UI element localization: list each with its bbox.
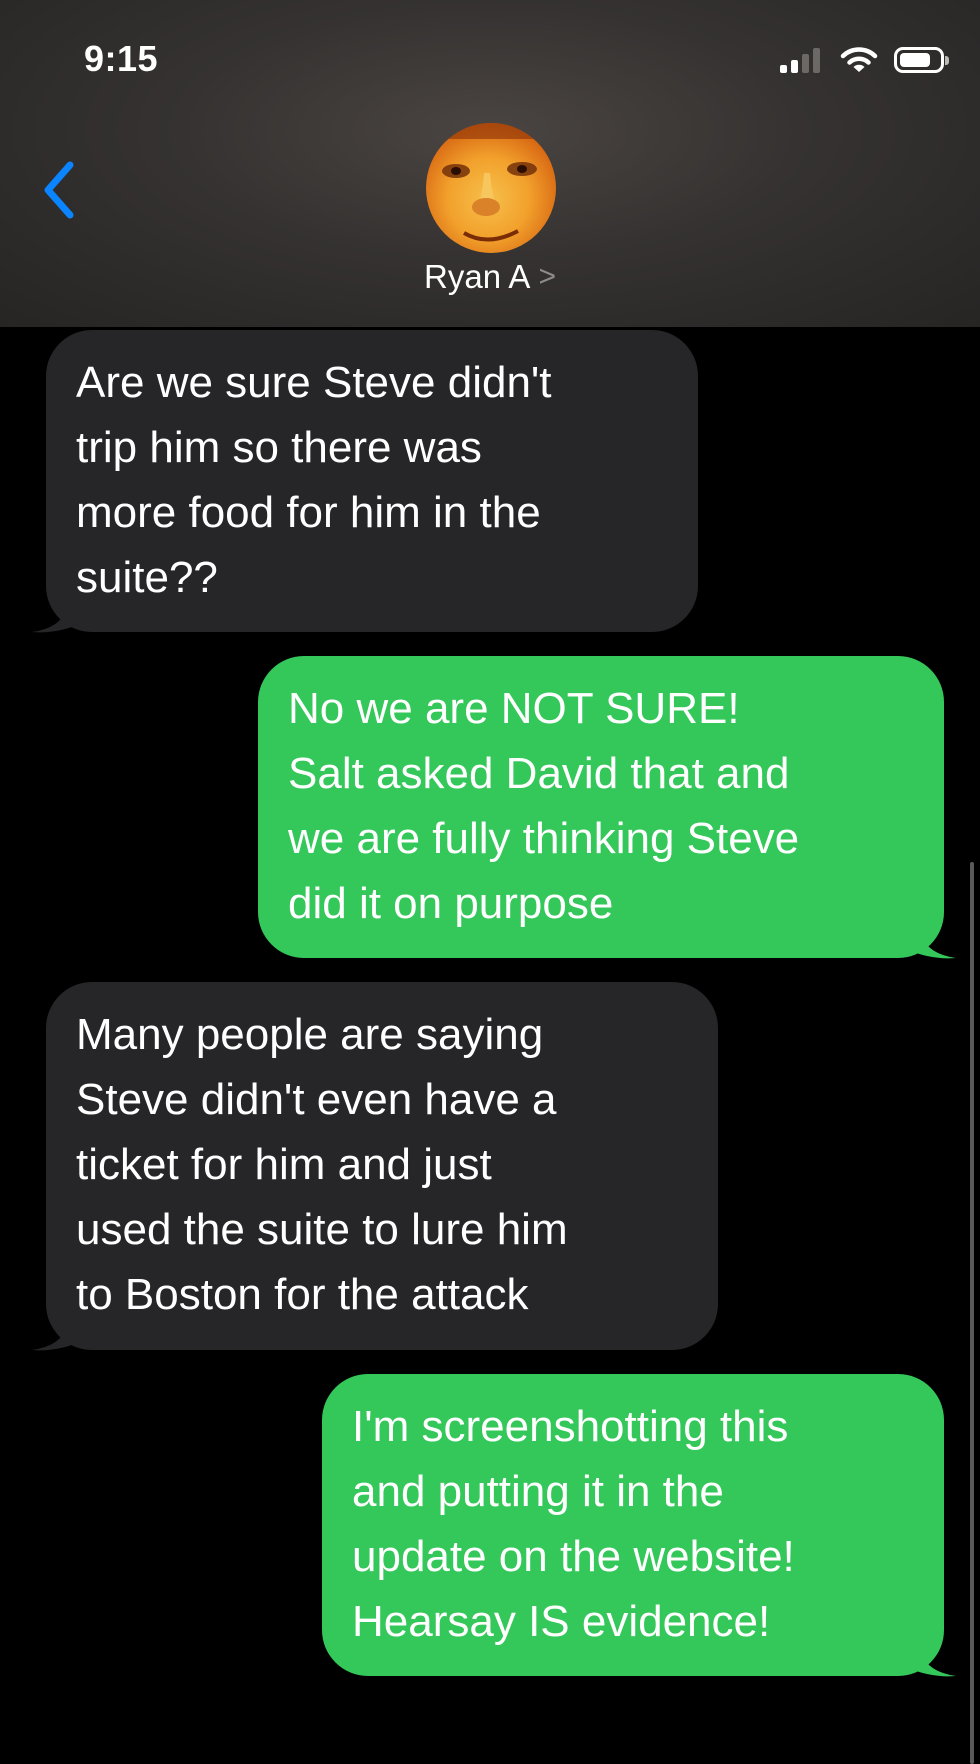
message-bubble-received[interactable]: Many people are saying Steve didn't even… xyxy=(46,982,718,1350)
wifi-icon xyxy=(840,47,878,72)
avatar[interactable] xyxy=(426,123,556,253)
contact-name-button[interactable]: Ryan A > xyxy=(0,258,980,296)
avatar-photo xyxy=(426,123,556,242)
bubble-tail xyxy=(32,1308,80,1351)
chevron-right-icon: > xyxy=(538,260,556,293)
messages-screen: 9:15 Ryan A > Are we sure Steve didn't t… xyxy=(0,0,980,1764)
message-text: Are we sure Steve didn't trip him so the… xyxy=(76,358,552,602)
contact-name: Ryan A xyxy=(424,258,531,295)
conversation-header: 9:15 Ryan A > xyxy=(0,0,980,327)
bubble-tail xyxy=(908,916,956,959)
message-text: Many people are saying Steve didn't even… xyxy=(76,1010,568,1319)
cellular-signal-icon xyxy=(780,47,824,73)
message-bubble-received[interactable]: Are we sure Steve didn't trip him so the… xyxy=(46,330,698,632)
bubble-tail xyxy=(32,590,80,633)
status-icons xyxy=(780,44,949,76)
message-text: I'm screenshotting this and putting it i… xyxy=(352,1402,795,1646)
status-time: 9:15 xyxy=(84,38,159,79)
bubble-tail xyxy=(908,1634,956,1677)
chevron-left-icon[interactable] xyxy=(36,155,86,225)
scrollbar[interactable] xyxy=(970,862,974,1764)
message-bubble-sent[interactable]: No we are NOT SURE! Salt asked David tha… xyxy=(258,656,944,958)
battery-icon xyxy=(894,47,949,73)
message-bubble-sent[interactable]: I'm screenshotting this and putting it i… xyxy=(322,1374,944,1676)
message-text: No we are NOT SURE! Salt asked David tha… xyxy=(288,684,800,928)
battery-level xyxy=(900,53,930,67)
